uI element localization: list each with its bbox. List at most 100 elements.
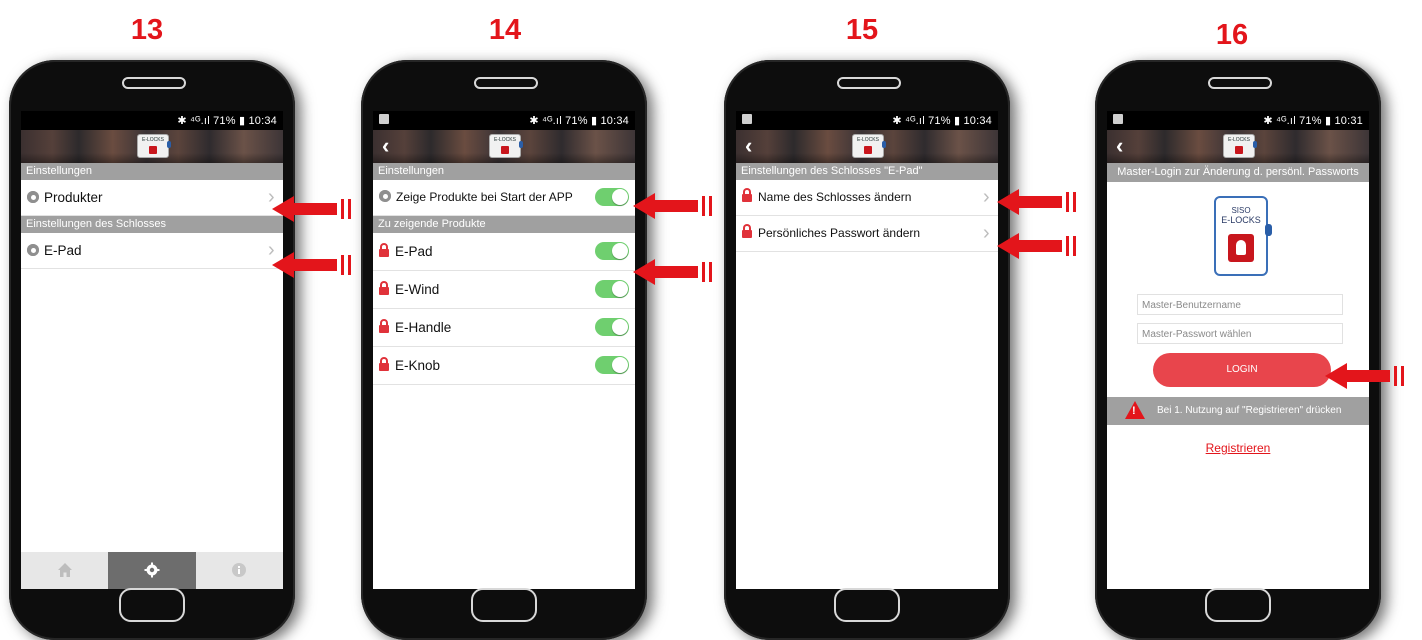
tab-home[interactable] [21, 552, 108, 589]
status-bar: ✱ ⁴ᴳ.ıl 71% ▮ 10:31 [1107, 111, 1369, 130]
section-header: Zu zeigende Produkte [373, 216, 635, 233]
phone-13: ✱ ⁴ᴳ.ıl 71% ▮ 10:34 E-LOCKS Einstellunge… [9, 60, 295, 640]
lock-icon [742, 188, 752, 202]
image-notification-icon [1113, 114, 1123, 124]
section-header: Einstellungen des Schlosses "E-Pad" [736, 163, 998, 180]
annotation-arrow [997, 189, 1089, 215]
step-number-14: 14 [488, 14, 522, 46]
annotation-arrow [633, 193, 725, 219]
status-indicators: ✱ ⁴ᴳ.ıl 71% ▮ 10:34 [177, 115, 277, 127]
step-number-13: 13 [130, 14, 164, 46]
phone-speaker [122, 77, 186, 89]
phone-home-button[interactable] [471, 588, 537, 622]
app-header-banner: ‹ E-LOCKS [1107, 130, 1369, 163]
settings-item-e-pad[interactable]: E-Pad ‹ [21, 233, 283, 269]
siso-logo-icon: E-LOCKS [489, 134, 523, 158]
phone-speaker [837, 77, 901, 89]
annotation-arrow [997, 233, 1089, 259]
screen-16: ✱ ⁴ᴳ.ıl 71% ▮ 10:31 ‹ E-LOCKS Master-Log… [1107, 111, 1369, 589]
status-bar: ✱ ⁴ᴳ.ıl 71% ▮ 10:34 [373, 111, 635, 130]
annotation-arrow [272, 196, 364, 222]
lock-icon [379, 319, 389, 333]
toggle-switch-e-handle[interactable] [595, 318, 629, 336]
annotation-arrow [633, 259, 725, 285]
siso-logo-icon: E-LOCKS [852, 134, 886, 158]
logo-product: E-LOCKS [1221, 215, 1261, 225]
item-label: E-Pad [44, 243, 82, 258]
item-label: Persönliches Passwort ändern [758, 226, 921, 240]
item-label: E-Handle [395, 320, 452, 335]
master-username-field[interactable]: Master-Benutzername [1137, 294, 1343, 315]
bottom-tab-bar [21, 552, 283, 589]
step-number-15: 15 [845, 14, 879, 46]
logo-text: E-LOCKS [857, 137, 879, 143]
item-label: E-Wind [395, 282, 440, 297]
settings-item-show-products: Zeige Produkte bei Start der APP [373, 180, 635, 216]
product-row-e-pad: E-Pad [373, 233, 635, 271]
siso-logo-icon: E-LOCKS [137, 134, 171, 158]
status-bar: ✱ ⁴ᴳ.ıl 71% ▮ 10:34 [736, 111, 998, 130]
item-label: Name des Schlosses ändern [758, 190, 912, 204]
lock-icon [742, 224, 752, 238]
siso-logo-icon: E-LOCKS [1223, 134, 1257, 158]
toggle-switch-e-wind[interactable] [595, 280, 629, 298]
screen-14: ✱ ⁴ᴳ.ıl 71% ▮ 10:34 ‹ E-LOCKS Einstellun… [373, 111, 635, 589]
chevron-right-icon: ‹ [983, 222, 990, 244]
app-header-banner: ‹ E-LOCKS [736, 130, 998, 163]
section-header: Einstellungen [373, 163, 635, 180]
tab-settings[interactable] [108, 552, 196, 589]
settings-item-produkter[interactable]: Produkter ‹ [21, 180, 283, 216]
toggle-switch-e-knob[interactable] [595, 356, 629, 374]
lock-icon [379, 281, 389, 295]
annotation-arrow [272, 252, 364, 278]
screen-13: ✱ ⁴ᴳ.ıl 71% ▮ 10:34 E-LOCKS Einstellunge… [21, 111, 283, 589]
section-header: Einstellungen [21, 163, 283, 180]
screen-15: ✱ ⁴ᴳ.ıl 71% ▮ 10:34 ‹ E-LOCKS Einstellun… [736, 111, 998, 589]
phone-14: ✱ ⁴ᴳ.ıl 71% ▮ 10:34 ‹ E-LOCKS Einstellun… [361, 60, 647, 640]
step-number-16: 16 [1215, 19, 1249, 51]
phone-speaker [1208, 77, 1272, 89]
logo-text: E-LOCKS [1228, 137, 1250, 143]
page-title: Master-Login zur Änderung d. persönl. Pa… [1107, 163, 1369, 182]
back-arrow-icon[interactable]: ‹ [745, 134, 752, 158]
gear-icon [144, 562, 160, 578]
product-row-e-wind: E-Wind [373, 271, 635, 309]
toggle-switch-e-pad[interactable] [595, 242, 629, 260]
tab-info[interactable] [196, 552, 283, 589]
master-password-field[interactable]: Master-Passwort wählen [1137, 323, 1343, 344]
settings-item-change-password[interactable]: Persönliches Passwort ändern ‹ [736, 216, 998, 252]
login-button[interactable]: LOGIN [1153, 353, 1331, 387]
app-header-banner: E-LOCKS [21, 130, 283, 163]
image-notification-icon [742, 114, 752, 124]
first-use-warning: Bei 1. Nutzung auf "Registrieren" drücke… [1107, 397, 1369, 425]
image-notification-icon [379, 114, 389, 124]
phone-home-button[interactable] [1205, 588, 1271, 622]
annotation-arrow [1325, 363, 1417, 389]
siso-e-locks-logo-icon: SISO E-LOCKS [1214, 196, 1272, 276]
warning-icon [1125, 401, 1145, 419]
phone-16: ✱ ⁴ᴳ.ıl 71% ▮ 10:31 ‹ E-LOCKS Master-Log… [1095, 60, 1381, 640]
gear-icon [27, 244, 39, 256]
gear-icon [27, 191, 39, 203]
chevron-right-icon: ‹ [983, 186, 990, 208]
phone-speaker [474, 77, 538, 89]
back-arrow-icon[interactable]: ‹ [1116, 134, 1123, 158]
app-header-banner: ‹ E-LOCKS [373, 130, 635, 163]
register-link[interactable]: Registrieren [1107, 441, 1369, 455]
settings-item-rename-lock[interactable]: Name des Schlosses ändern ‹ [736, 180, 998, 216]
item-label: Produkter [44, 190, 103, 205]
status-indicators: ✱ ⁴ᴳ.ıl 71% ▮ 10:34 [892, 115, 992, 127]
status-indicators: ✱ ⁴ᴳ.ıl 71% ▮ 10:31 [1263, 115, 1363, 127]
phone-home-button[interactable] [834, 588, 900, 622]
status-bar: ✱ ⁴ᴳ.ıl 71% ▮ 10:34 [21, 111, 283, 130]
home-icon [57, 563, 72, 577]
warning-text: Bei 1. Nutzung auf "Registrieren" drücke… [1157, 405, 1342, 416]
lock-icon [379, 243, 389, 257]
phone-15: ✱ ⁴ᴳ.ıl 71% ▮ 10:34 ‹ E-LOCKS Einstellun… [724, 60, 1010, 640]
phone-home-button[interactable] [119, 588, 185, 622]
toggle-switch-show-products[interactable] [595, 188, 629, 206]
product-row-e-handle: E-Handle [373, 309, 635, 347]
back-arrow-icon[interactable]: ‹ [382, 134, 389, 158]
section-header: Einstellungen des Schlosses [21, 216, 283, 233]
status-indicators: ✱ ⁴ᴳ.ıl 71% ▮ 10:34 [529, 115, 629, 127]
